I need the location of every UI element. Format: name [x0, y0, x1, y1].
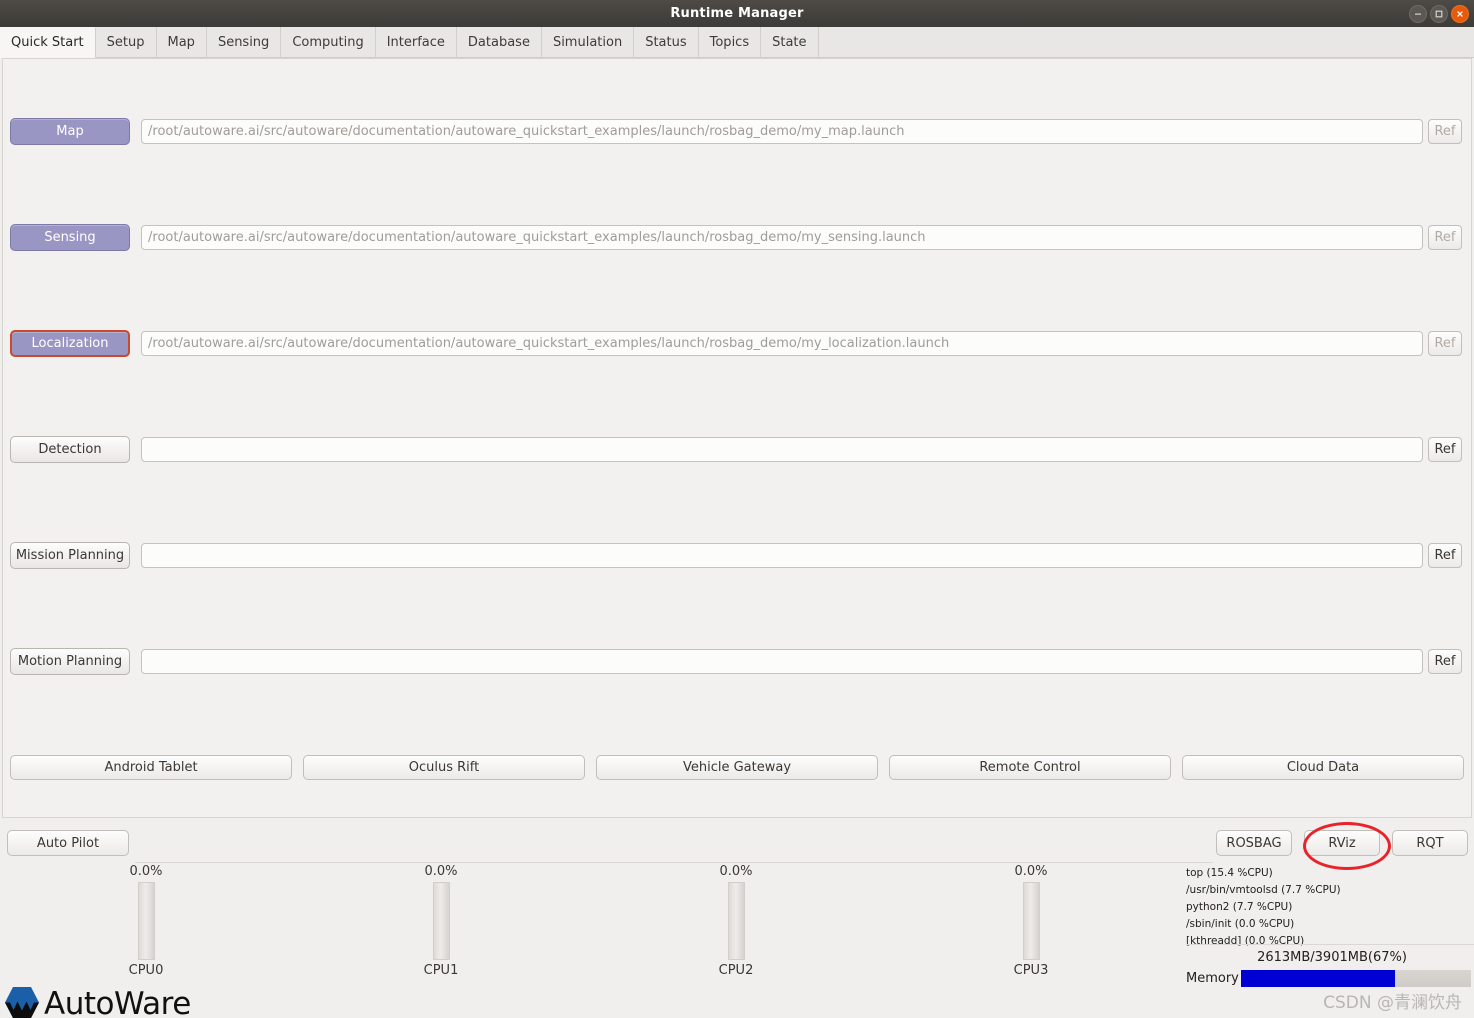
oculus-rift-button[interactable]: Oculus Rift: [303, 755, 585, 780]
motion-planning-ref-button[interactable]: Ref: [1428, 648, 1462, 674]
peripheral-button-row: Android Tablet Oculus Rift Vehicle Gatew…: [10, 755, 1464, 780]
sensing-launch-button[interactable]: Sensing: [10, 223, 130, 251]
launch-row-detection: Detection Ref: [3, 435, 1471, 463]
process-item: /sbin/init (0.0 %CPU): [1186, 918, 1295, 930]
memory-bar-row: Memory: [1186, 970, 1471, 987]
localization-ref-button[interactable]: Ref: [1428, 330, 1462, 356]
cpu-gauge-0: 0.0% CPU0: [86, 864, 206, 978]
tab-quick-start[interactable]: Quick Start: [0, 27, 96, 58]
process-item: top (15.4 %CPU): [1186, 867, 1273, 879]
tab-setup[interactable]: Setup: [95, 27, 157, 57]
memory-separator: [1186, 944, 1474, 945]
memory-usage-text: 2613MB/3901MB(67%): [1257, 950, 1407, 965]
cpu2-label: CPU2: [718, 963, 754, 978]
tab-map[interactable]: Map: [156, 27, 207, 57]
launch-row-motion-planning: Motion Planning Ref: [3, 647, 1471, 675]
sensing-path-input[interactable]: /root/autoware.ai/src/autoware/documenta…: [141, 224, 1423, 250]
memory-bar-fill: [1240, 970, 1395, 987]
cpu1-percent: 0.0%: [424, 864, 458, 879]
tab-interface[interactable]: Interface: [375, 27, 457, 57]
mission-planning-path-input[interactable]: [141, 542, 1423, 568]
auto-pilot-button[interactable]: Auto Pilot: [7, 830, 129, 856]
map-ref-button[interactable]: Ref: [1428, 118, 1462, 144]
cpu3-label: CPU3: [1013, 963, 1049, 978]
launch-row-map: Map /root/autoware.ai/src/autoware/docum…: [3, 117, 1471, 145]
vehicle-gateway-button[interactable]: Vehicle Gateway: [596, 755, 878, 780]
cpu2-bar: [727, 882, 745, 960]
window-controls: [1409, 5, 1469, 23]
tab-sensing[interactable]: Sensing: [206, 27, 282, 57]
memory-label: Memory: [1186, 971, 1239, 986]
sensing-ref-button[interactable]: Ref: [1428, 224, 1462, 250]
detection-launch-button[interactable]: Detection: [10, 435, 130, 463]
maximize-icon[interactable]: [1430, 5, 1448, 23]
csdn-watermark: CSDN @青澜饮舟: [1323, 993, 1462, 1013]
mission-planning-launch-button[interactable]: Mission Planning: [10, 541, 130, 569]
mission-planning-ref-button[interactable]: Ref: [1428, 542, 1462, 568]
launch-row-mission-planning: Mission Planning Ref: [3, 541, 1471, 569]
rviz-button[interactable]: RViz: [1304, 830, 1380, 856]
process-item: python2 (7.7 %CPU): [1186, 901, 1293, 913]
localization-launch-button[interactable]: Localization: [10, 329, 130, 357]
cpu3-percent: 0.0%: [1014, 864, 1048, 879]
close-icon[interactable]: [1451, 5, 1469, 23]
cpu-gauge-3: 0.0% CPU3: [971, 864, 1091, 978]
launch-row-localization: Localization /root/autoware.ai/src/autow…: [3, 329, 1471, 357]
cpu2-percent: 0.0%: [719, 864, 753, 879]
process-list: top (15.4 %CPU) /usr/bin/vmtoolsd (7.7 %…: [1186, 865, 1474, 950]
main-tab-bar: Quick Start Setup Map Sensing Computing …: [0, 27, 1474, 58]
autoware-hexagon-icon: [4, 986, 40, 1018]
tab-simulation[interactable]: Simulation: [541, 27, 635, 57]
title-bar: Runtime Manager: [0, 0, 1474, 28]
autoware-wordmark: AutoWare: [44, 986, 191, 1018]
cpu-gauge-1: 0.0% CPU1: [381, 864, 501, 978]
detection-path-input[interactable]: [141, 436, 1423, 462]
tab-computing[interactable]: Computing: [281, 27, 376, 57]
cpu1-label: CPU1: [423, 963, 459, 978]
autoware-logo: AutoWare: [4, 986, 191, 1018]
remote-control-button[interactable]: Remote Control: [889, 755, 1171, 780]
launch-row-sensing: Sensing /root/autoware.ai/src/autoware/d…: [3, 223, 1471, 251]
cpu0-percent: 0.0%: [129, 864, 163, 879]
tool-buttons: ROSBAG RViz RQT: [1216, 830, 1468, 856]
memory-bar: [1240, 970, 1471, 987]
detection-ref-button[interactable]: Ref: [1428, 436, 1462, 462]
action-bar: Auto Pilot ROSBAG RViz RQT: [0, 822, 1474, 864]
minimize-icon[interactable]: [1409, 5, 1427, 23]
process-item: /usr/bin/vmtoolsd (7.7 %CPU): [1186, 884, 1341, 896]
cloud-data-button[interactable]: Cloud Data: [1182, 755, 1464, 780]
map-path-input[interactable]: /root/autoware.ai/src/autoware/documenta…: [141, 118, 1423, 144]
rosbag-button[interactable]: ROSBAG: [1216, 830, 1292, 856]
quick-start-panel: Map /root/autoware.ai/src/autoware/docum…: [2, 58, 1472, 818]
rqt-button[interactable]: RQT: [1392, 830, 1468, 856]
runtime-manager-window: Runtime Manager Quick Start Setup Map Se…: [0, 0, 1474, 1018]
tab-topics[interactable]: Topics: [698, 27, 762, 57]
localization-path-input[interactable]: /root/autoware.ai/src/autoware/documenta…: [141, 330, 1423, 356]
tab-database[interactable]: Database: [456, 27, 542, 57]
motion-planning-path-input[interactable]: [141, 648, 1423, 674]
cpu3-bar: [1022, 882, 1040, 960]
map-launch-button[interactable]: Map: [10, 117, 130, 145]
android-tablet-button[interactable]: Android Tablet: [10, 755, 292, 780]
cpu-monitor-group: 0.0% CPU0 0.0% CPU1 0.0% CPU2 0.0% CPU3: [0, 864, 1180, 994]
tab-status[interactable]: Status: [634, 27, 699, 57]
status-separator: [135, 862, 1213, 863]
cpu1-bar: [432, 882, 450, 960]
tab-state[interactable]: State: [761, 27, 819, 57]
cpu0-label: CPU0: [128, 963, 164, 978]
cpu0-bar: [137, 882, 155, 960]
window-title: Runtime Manager: [670, 6, 804, 21]
cpu-gauge-2: 0.0% CPU2: [676, 864, 796, 978]
process-item: [kthreadd] (0.0 %CPU): [1186, 935, 1305, 947]
motion-planning-launch-button[interactable]: Motion Planning: [10, 647, 130, 675]
